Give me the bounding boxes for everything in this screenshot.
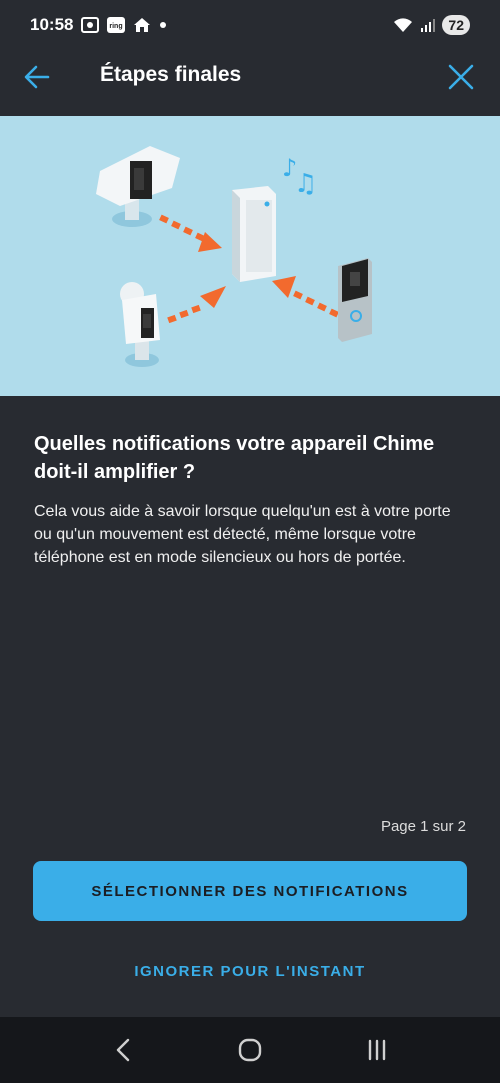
page-indicator: Page 1 sur 2: [380, 818, 466, 835]
status-bar: 10:58 ring 72: [0, 0, 500, 50]
home-icon: [133, 17, 151, 33]
svg-text:♫: ♫: [294, 169, 317, 199]
hero-illustration: ♪ ♫: [0, 116, 500, 396]
close-button[interactable]: [446, 62, 476, 92]
nav-home-icon: [238, 1038, 262, 1062]
signal-icon: [420, 17, 436, 33]
arrow-icon: [167, 286, 226, 324]
battery-level: 72: [448, 17, 464, 33]
description-text: Cela vous aide à savoir lorsque quelqu'u…: [34, 503, 451, 566]
skip-for-now-link[interactable]: IGNORER POUR L'INSTANT: [0, 963, 500, 980]
battery-indicator: 72: [442, 15, 470, 35]
screen-record-icon: [81, 17, 100, 33]
page-title: Étapes finales: [100, 63, 242, 86]
close-icon: [448, 64, 474, 90]
select-notifications-button[interactable]: SÉLECTIONNER DES NOTIFICATIONS: [33, 861, 467, 921]
arrow-icon: [159, 214, 222, 252]
dot-icon: [159, 21, 167, 29]
nav-back-button[interactable]: [103, 1030, 143, 1070]
app-header: Étapes finales: [0, 50, 500, 116]
floodlight-camera-icon: [96, 146, 180, 227]
status-time: 10:58: [30, 15, 74, 34]
arrow-icon: [272, 276, 339, 318]
headline: Quelles notifications votre appareil Chi…: [34, 433, 435, 483]
video-doorbell-icon: [338, 258, 372, 342]
music-note-icon: ♪ ♫: [282, 154, 317, 199]
nav-home-button[interactable]: [230, 1030, 270, 1070]
back-button[interactable]: [22, 62, 52, 92]
wifi-icon: [392, 16, 414, 34]
ring-app-icon: ring: [107, 17, 126, 33]
stick-up-camera-icon: [120, 282, 160, 367]
chime-devices-illustration: ♪ ♫: [96, 146, 372, 367]
svg-text:ring: ring: [110, 23, 123, 30]
chime-device-icon: [232, 186, 276, 282]
nav-recents-button[interactable]: [357, 1030, 397, 1070]
main-content: Quelles notifications votre appareil Chi…: [34, 430, 464, 569]
navigation-bar: [0, 1017, 500, 1083]
arrow-left-icon: [24, 65, 50, 89]
nav-recents-icon: [368, 1039, 385, 1061]
nav-back-icon: [117, 1038, 130, 1062]
